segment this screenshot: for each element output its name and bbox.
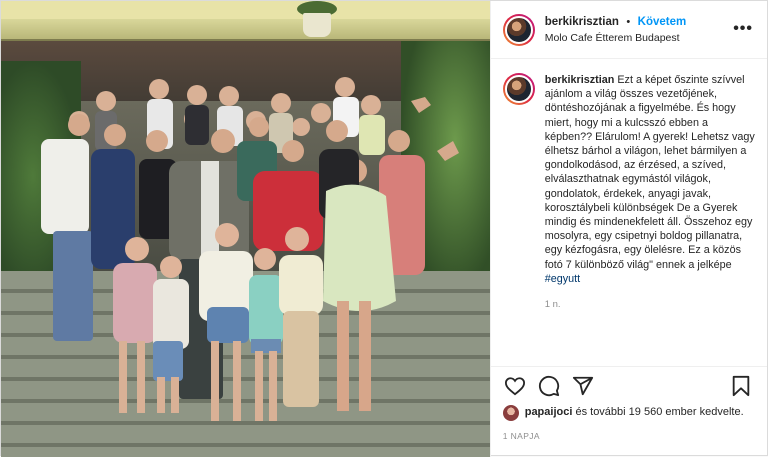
post-photo[interactable] [1, 1, 490, 457]
post-header: berkikrisztian • Követem Molo Cafe Étter… [490, 1, 767, 59]
follow-button[interactable]: Követem [638, 16, 687, 28]
header-separator: • [626, 16, 631, 28]
photo-group-figures [41, 77, 459, 421]
caption-username[interactable]: berkikrisztian [545, 74, 615, 86]
caption-body-text: Ezt a képet őszinte szívvel ajánlom a vi… [544, 74, 755, 271]
share-icon[interactable] [571, 374, 595, 398]
caption-text: berkikrisztian Ezt a képet őszinte szívv… [545, 73, 755, 286]
likes-count-text[interactable]: és további 19 560 ember kedvelte. [572, 406, 743, 418]
caption-hashtag[interactable]: #egyutt [545, 273, 580, 285]
comment-icon[interactable] [537, 374, 561, 398]
likes-summary: papaijoci és további 19 560 ember kedvel… [491, 405, 767, 421]
caption-time: 1 n. [544, 299, 561, 311]
post-location[interactable]: Molo Cafe Étterem Budapest [545, 30, 687, 46]
author-username[interactable]: berkikrisztian [545, 16, 619, 28]
caption-avatar[interactable] [502, 73, 535, 105]
caption-section: berkikrisztian Ezt a képet őszinte szívv… [490, 59, 767, 367]
post-actions [491, 367, 767, 405]
post-side-panel: berkikrisztian • Követem Molo Cafe Étter… [489, 1, 767, 457]
liker-username[interactable]: papaijoci [525, 406, 573, 418]
bookmark-icon[interactable] [729, 374, 753, 398]
liker-avatar[interactable] [502, 405, 519, 421]
post-date[interactable]: 1 NAPJA [491, 421, 767, 441]
instagram-post: berkikrisztian • Követem Molo Cafe Étter… [0, 0, 768, 457]
author-avatar[interactable] [502, 13, 535, 46]
heart-icon[interactable] [503, 374, 527, 398]
more-options-icon[interactable]: ••• [733, 21, 753, 37]
